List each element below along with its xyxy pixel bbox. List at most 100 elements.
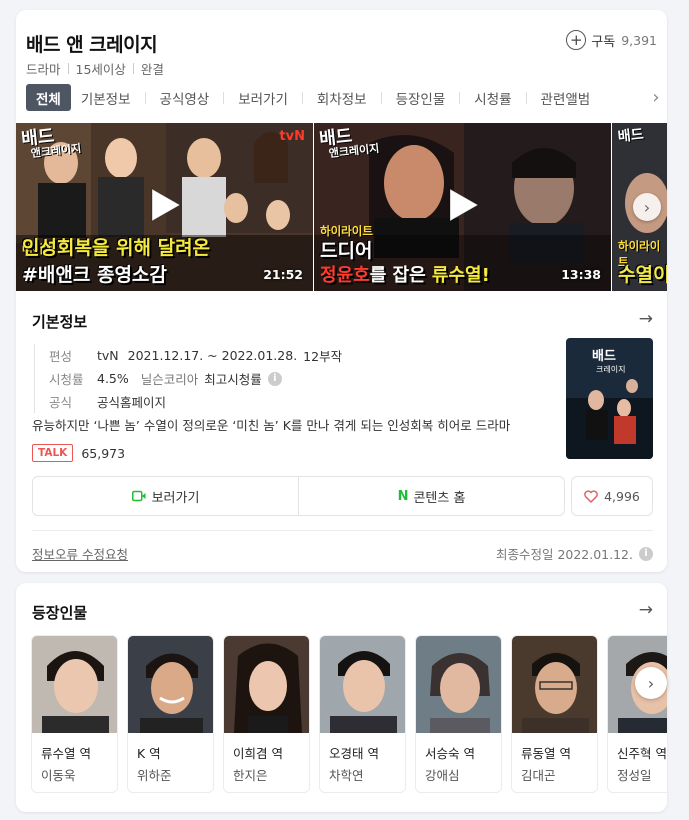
like-count: 4,996 — [604, 488, 640, 504]
tab-episodes[interactable]: 회차정보 — [307, 84, 377, 111]
channel-link[interactable]: tvN — [97, 348, 119, 363]
cast-photo — [128, 636, 213, 733]
cast-item[interactable]: 류동열 역 김대곤 — [511, 635, 598, 793]
drama-info-card: 배드 앤 크레이지 드라마 15세이상 완결 + 구독 9,391 전체 기본정… — [16, 10, 667, 572]
cast-actor: 이동욱 — [41, 768, 76, 783]
talk-count: 65,973 — [81, 445, 126, 461]
content-home-label: 콘텐츠 홈 — [413, 490, 466, 506]
caption-name: 류수열! — [431, 265, 490, 286]
show-logo: 배드 — [617, 126, 645, 146]
cast-photo — [224, 636, 309, 733]
action-buttons: 보러가기 N 콘텐츠 홈 — [32, 476, 565, 516]
tab-all[interactable]: 전체 — [26, 84, 71, 111]
caption-name: 정윤호 — [320, 265, 370, 286]
cast-item[interactable]: 신주혁 역 정성일 — [607, 635, 667, 793]
arrow-right-icon[interactable]: → — [639, 309, 653, 329]
info-label: 공식 — [49, 395, 73, 410]
divider — [32, 530, 653, 531]
info-label: 시청률 — [49, 372, 84, 387]
like-button[interactable]: 4,996 — [571, 476, 653, 516]
report-error-link[interactable]: 정보오류 수정요청 — [32, 544, 128, 563]
subscribe-label: 구독 — [591, 34, 616, 50]
cast-item[interactable]: 이희겸 역 한지은 — [223, 635, 310, 793]
cast-actor: 정성일 — [617, 768, 652, 783]
video-caption-top: 드디어 — [320, 240, 373, 262]
svg-text:크레이지: 크레이지 — [596, 364, 625, 374]
chevron-right-icon[interactable]: › — [633, 193, 661, 221]
plus-circle-icon: + — [566, 30, 587, 50]
rating-note: 최고시청률 — [204, 372, 262, 387]
arrow-right-icon[interactable]: → — [639, 600, 653, 620]
video-caption-top: 수열이 — [618, 264, 667, 286]
play-icon[interactable] — [148, 187, 182, 223]
video-thumbnail-highlight[interactable]: 배드 앤크레이지 하이라이트 드디어 정윤호를 잡은 류수열! 13:38 — [314, 123, 611, 291]
cast-item[interactable]: 서승숙 역 강애심 — [415, 635, 502, 793]
talk-link[interactable]: TALK 65,973 — [32, 444, 125, 462]
drama-title[interactable]: 배드 앤 크레이지 — [26, 30, 158, 57]
info-table: 편성 tvN 2021.12.17. ~ 2022.01.28. 12부작 시청… — [34, 344, 342, 413]
tab-basic-info[interactable]: 기본정보 — [71, 84, 141, 111]
last-updated: 최종수정일 2022.01.12. i — [496, 544, 653, 563]
show-logo: 배드 앤크레이지 — [318, 125, 380, 161]
tab-divider — [301, 91, 303, 104]
content-home-button[interactable]: N 콘텐츠 홈 — [298, 477, 564, 515]
tab-albums[interactable]: 관련앨범 — [531, 84, 601, 111]
video-caption-top: 인성회복을 위해 달려온 — [22, 237, 211, 259]
episode-count[interactable]: 12부작 — [303, 346, 342, 365]
svg-text:배드: 배드 — [592, 348, 616, 364]
watch-button[interactable]: 보러가기 — [33, 477, 298, 515]
heart-icon — [584, 489, 598, 503]
show-logo: 배드 앤크레이지 — [20, 125, 82, 161]
cast-actor: 차학연 — [329, 768, 364, 783]
cast-actor: 김대곤 — [521, 768, 556, 783]
cast-actor: 위하준 — [137, 768, 172, 783]
subscribe-count: 9,391 — [621, 32, 657, 48]
channel-logo: tvN — [279, 129, 305, 144]
poster-image[interactable]: 배드 크레이지 — [566, 338, 653, 459]
meta-status: 완결 — [140, 62, 164, 77]
cast-role: 류수열 역 — [41, 746, 91, 761]
meta-divider — [67, 63, 69, 74]
tab-divider — [459, 91, 461, 104]
tab-bar: 전체 기본정보 공식영상 보러가기 회차정보 등장인물 시청률 관련앨범 › — [26, 84, 667, 111]
video-thumbnail-making[interactable]: tvN 배드 앤크레이지 메이킹 인성회복을 위해 달려온 #배앤크 종영소감 2… — [16, 123, 313, 291]
cast-role: 오경태 역 — [329, 746, 379, 761]
info-row-official: 공식 공식홈페이지 — [49, 390, 342, 413]
chevron-right-icon[interactable]: › — [635, 667, 667, 699]
tab-divider — [525, 91, 527, 104]
video-icon — [131, 490, 146, 502]
cast-role: 이희겸 역 — [233, 746, 283, 761]
drama-meta: 드라마 15세이상 완결 — [26, 59, 164, 78]
cast-role: 신주혁 역 — [617, 746, 667, 761]
tab-official-video[interactable]: 공식영상 — [150, 84, 220, 111]
cast-item[interactable]: 류수열 역 이동욱 — [31, 635, 118, 793]
watch-button-label: 보러가기 — [151, 490, 200, 506]
tab-cast[interactable]: 등장인물 — [386, 84, 456, 111]
chevron-right-icon[interactable]: › — [645, 84, 667, 111]
tab-watch[interactable]: 보러가기 — [228, 84, 298, 111]
cast-item[interactable]: K 역 위하준 — [127, 635, 214, 793]
section-title-basic-info[interactable]: 기본정보 — [32, 311, 87, 332]
subscribe-button[interactable]: + 구독 9,391 — [566, 30, 657, 50]
meta-genre: 드라마 — [26, 62, 61, 77]
meta-age-rating: 15세이상 — [75, 62, 126, 77]
talk-badge: TALK — [32, 444, 74, 462]
cast-role: 류동열 역 — [521, 746, 571, 761]
info-icon[interactable]: i — [267, 371, 282, 386]
play-icon[interactable] — [446, 187, 480, 223]
broadcast-period: 2021.12.17. ~ 2022.01.28. — [127, 348, 298, 363]
last-updated-text: 최종수정일 2022.01.12. — [495, 547, 633, 562]
tab-ratings[interactable]: 시청률 — [464, 84, 521, 111]
info-row-rating: 시청률 4.5% 닐슨코리아 최고시청률 i — [49, 367, 342, 390]
cast-photo — [512, 636, 597, 733]
official-homepage-link[interactable]: 공식홈페이지 — [97, 392, 166, 411]
tab-divider — [380, 91, 382, 104]
cast-actor: 강애심 — [425, 768, 460, 783]
info-row-broadcast: 편성 tvN 2021.12.17. ~ 2022.01.28. 12부작 — [49, 344, 342, 367]
cast-photo — [32, 636, 117, 733]
poster-art: 배드 크레이지 — [566, 338, 653, 459]
synopsis: 유능하지만 ‘나쁜 놈’ 수열이 정의로운 ‘미친 놈’ K를 만나 겪게 되는… — [32, 418, 511, 433]
info-icon[interactable]: i — [639, 546, 653, 561]
cast-item[interactable]: 오경태 역 차학연 — [319, 635, 406, 793]
section-title-cast[interactable]: 등장인물 — [32, 602, 87, 623]
